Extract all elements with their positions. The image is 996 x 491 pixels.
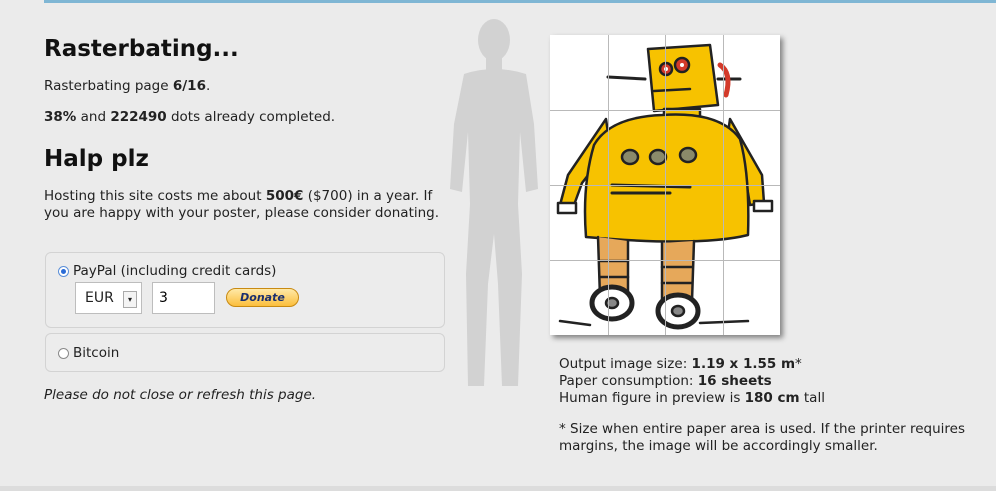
- amount-input[interactable]: [152, 282, 215, 314]
- currency-value: EUR: [85, 290, 114, 306]
- bottom-divider: [0, 486, 996, 491]
- output-size-text: Output image size: 1.19 x 1.55 m*: [559, 356, 802, 373]
- donate-title: Halp plz: [44, 146, 149, 172]
- size-suffix: *: [795, 356, 802, 372]
- human-suffix: tall: [799, 390, 825, 406]
- page-prefix: Rasterbating page: [44, 78, 173, 94]
- grid-line-horizontal: [550, 260, 780, 261]
- progress-title: Rasterbating...: [44, 36, 239, 62]
- bitcoin-option-box[interactable]: Bitcoin: [45, 333, 445, 372]
- dots-progress-text: 38% and 222490 dots already completed.: [44, 109, 335, 126]
- cost-prefix: Hosting this site costs me about: [44, 188, 266, 204]
- paypal-radio[interactable]: [58, 266, 69, 277]
- page-suffix: .: [205, 78, 211, 94]
- paper-value: 16 sheets: [697, 373, 772, 389]
- human-value: 180 cm: [744, 390, 800, 406]
- human-silhouette-icon: [450, 19, 538, 386]
- do-not-close-notice: Please do not close or refresh this page…: [44, 387, 317, 403]
- paper-prefix: Paper consumption:: [559, 373, 698, 389]
- dots-value: 222490: [110, 109, 167, 125]
- dropdown-arrow-icon: ▾: [123, 291, 137, 308]
- grid-line-horizontal: [550, 110, 780, 111]
- grid-line-horizontal: [550, 185, 780, 186]
- page-value: 6/16: [172, 78, 206, 94]
- size-prefix: Output image size:: [559, 356, 692, 372]
- paper-consumption-text: Paper consumption: 16 sheets: [559, 373, 772, 390]
- paypal-option-box[interactable]: PayPal (including credit cards) EUR ▾ Do…: [45, 252, 445, 328]
- percent-value: 38%: [44, 109, 77, 125]
- donate-button[interactable]: Donate: [226, 288, 299, 307]
- currency-select[interactable]: EUR ▾: [75, 282, 142, 314]
- cost-value: 500€: [265, 188, 304, 204]
- human-prefix: Human figure in preview is: [559, 390, 745, 406]
- bitcoin-radio[interactable]: [58, 348, 69, 359]
- human-figure-text: Human figure in preview is 180 cm tall: [559, 390, 825, 407]
- top-divider: [44, 0, 996, 3]
- page-progress-text: Rasterbating page 6/16.: [44, 78, 210, 95]
- size-footnote: * Size when entire paper area is used. I…: [559, 421, 965, 454]
- bitcoin-label[interactable]: Bitcoin: [73, 345, 119, 361]
- dots-suffix: dots already completed.: [166, 109, 336, 125]
- hosting-cost-text: Hosting this site costs me about 500€ ($…: [44, 188, 444, 222]
- paypal-label[interactable]: PayPal (including credit cards): [73, 263, 276, 279]
- size-value: 1.19 x 1.55 m: [691, 356, 796, 372]
- poster-preview: [550, 35, 780, 335]
- mid-text: and: [76, 109, 111, 125]
